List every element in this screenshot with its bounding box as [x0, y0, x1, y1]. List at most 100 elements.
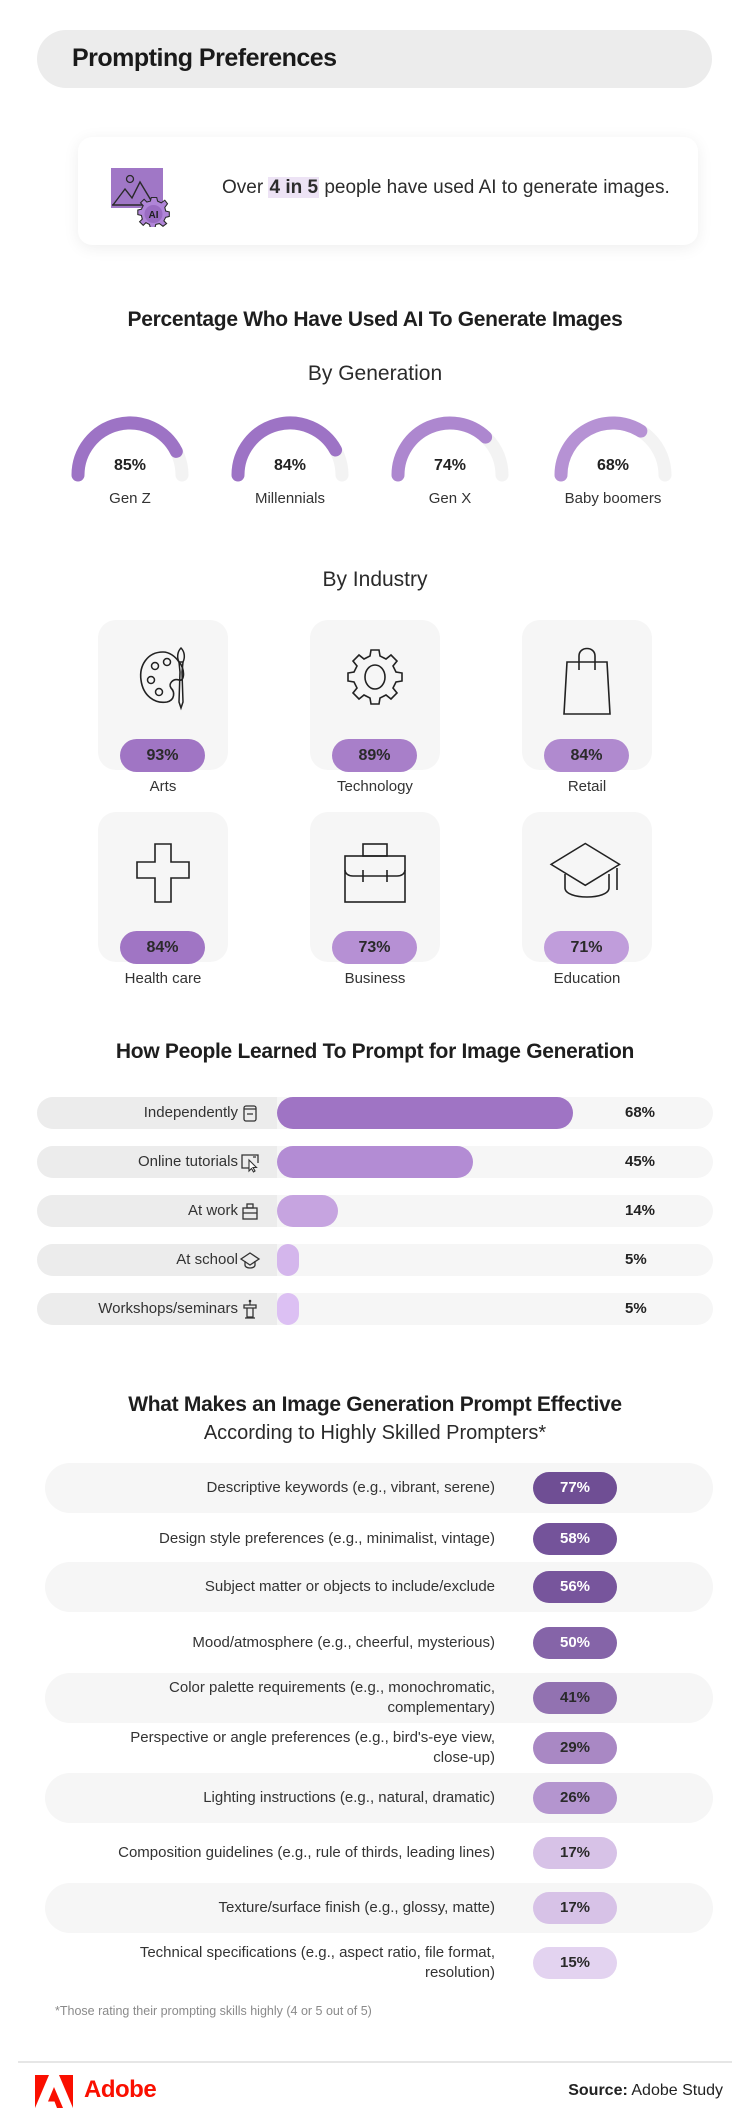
- gauge-value: 85%: [113, 457, 147, 474]
- stat-suffix: people have used AI to generate images.: [324, 177, 670, 198]
- industry-card: 73% Business: [310, 812, 440, 987]
- learn-bar-row: Independently 68%: [37, 1097, 713, 1129]
- industry-subtitle: By Industry: [322, 568, 428, 591]
- industry-label: Business: [344, 970, 406, 987]
- industry-label: Health care: [124, 970, 202, 987]
- learn-bar-label: Online tutorials: [137, 1153, 238, 1170]
- generation-subtitle: By Generation: [307, 362, 443, 385]
- effective-value-pill: 29%: [533, 1732, 617, 1764]
- effective-factor-label: Mood/atmosphere (e.g., cheerful, mysteri…: [192, 1634, 495, 1651]
- graduation-cap-icon: [239, 1252, 261, 1269]
- gauge: 84% Millennials: [220, 405, 360, 515]
- source-credit: Source: Adobe Study: [568, 2082, 723, 2100]
- effective-value-pill: 77%: [533, 1472, 617, 1504]
- industry-value-pill: 71%: [544, 931, 629, 964]
- industry-card: 71% Education: [522, 812, 652, 987]
- podium-icon: [243, 1299, 257, 1319]
- effective-section-title: What Makes an Image Generation Prompt Ef…: [128, 1393, 622, 1416]
- industry-card: 93% Arts: [98, 620, 228, 795]
- effective-value-pill: 17%: [533, 1892, 617, 1924]
- industry-label: Retail: [567, 778, 607, 795]
- learn-bar: [277, 1293, 299, 1325]
- industry-label: Technology: [337, 778, 413, 795]
- learn-bar-label: Workshops/seminars: [98, 1300, 238, 1317]
- effective-value-pill: 17%: [533, 1837, 617, 1869]
- learn-bar-value: 5%: [625, 1251, 647, 1268]
- stat-prefix: Over: [222, 177, 264, 198]
- adobe-logo-icon: [35, 2075, 73, 2108]
- source-value: Adobe Study: [631, 2082, 723, 2099]
- effective-row: Perspective or angle preferences (e.g., …: [45, 1723, 713, 1773]
- generation-section-title: Percentage Who Have Used AI To Generate …: [127, 308, 623, 331]
- industry-value-pill: 73%: [332, 931, 417, 964]
- gauge-value: 74%: [433, 457, 467, 474]
- effective-row: Technical specifications (e.g., aspect r…: [45, 1938, 713, 1988]
- learn-bar-label: At school: [176, 1251, 238, 1268]
- palette-icon: [139, 646, 186, 711]
- page-title: Prompting Preferences: [72, 44, 337, 72]
- learn-bar-value: 5%: [625, 1300, 647, 1317]
- learn-bar-row: At work 14%: [37, 1195, 713, 1227]
- header-banner: Prompting Preferences: [37, 30, 712, 88]
- effective-row: Descriptive keywords (e.g., vibrant, ser…: [45, 1463, 713, 1513]
- briefcase-icon: [242, 1203, 258, 1220]
- industry-card: 84% Health care: [98, 812, 228, 987]
- effective-row: Texture/surface finish (e.g., glossy, ma…: [45, 1883, 713, 1933]
- effective-row: Subject matter or objects to include/exc…: [45, 1562, 713, 1612]
- learn-bar: [277, 1097, 574, 1129]
- gauge: 85% Gen Z: [60, 405, 200, 515]
- effective-factor-label: Texture/surface finish (e.g., glossy, ma…: [218, 1899, 496, 1916]
- learn-bar-row: At school 5%: [37, 1244, 713, 1276]
- gear-icon: [347, 649, 403, 705]
- effective-factor-label: Subject matter or objects to include/exc…: [204, 1578, 495, 1595]
- effective-factor-label: Design style preferences (e.g., minimali…: [159, 1530, 495, 1547]
- gauge: 68% Baby boomers: [543, 405, 683, 515]
- industry-value-pill: 84%: [120, 931, 205, 964]
- gauge: 74% Gen X: [380, 405, 520, 515]
- effective-factor-label: Perspective or angle preferences (e.g., …: [130, 1729, 495, 1766]
- effective-row: Color palette requirements (e.g., monoch…: [45, 1673, 713, 1723]
- gauge-label: Baby boomers: [564, 490, 662, 507]
- effective-row: Lighting instructions (e.g., natural, dr…: [45, 1773, 713, 1823]
- medical-cross-icon: [136, 843, 190, 903]
- ai-badge-text: AI: [149, 210, 159, 221]
- footer-divider: [18, 2061, 732, 2063]
- graduation-cap-icon: [549, 842, 621, 898]
- learn-bar-label: At work: [187, 1202, 238, 1219]
- briefcase-icon: [344, 843, 406, 903]
- effective-row: Mood/atmosphere (e.g., cheerful, mysteri…: [45, 1618, 713, 1668]
- ai-image-gear-icon: AI: [111, 168, 170, 227]
- effective-row: Composition guidelines (e.g., rule of th…: [45, 1828, 713, 1878]
- gauge-label: Gen X: [428, 490, 472, 507]
- effective-row: Design style preferences (e.g., minimali…: [45, 1514, 713, 1564]
- gauge-label: Millennials: [254, 490, 326, 507]
- industry-card: 89% Technology: [310, 620, 440, 795]
- effective-value-pill: 26%: [533, 1782, 617, 1814]
- learn-bar-row: Workshops/seminars 5%: [37, 1293, 713, 1325]
- learn-bar-label: Independently: [143, 1104, 238, 1121]
- stat-text: Over 4 in 5 people have used AI to gener…: [222, 177, 670, 199]
- gauge-value: 68%: [596, 457, 630, 474]
- industry-value-pill: 84%: [544, 739, 629, 772]
- industry-value-pill: 89%: [332, 739, 417, 772]
- industry-value-pill: 93%: [120, 739, 205, 772]
- book-icon: [243, 1105, 257, 1122]
- effective-factor-label: Lighting instructions (e.g., natural, dr…: [203, 1789, 495, 1806]
- learn-bar-value: 68%: [625, 1104, 656, 1121]
- gauge-value: 84%: [273, 457, 307, 474]
- source-label: Source:: [568, 2082, 628, 2099]
- effective-factor-label: Color palette requirements (e.g., monoch…: [169, 1679, 495, 1716]
- effective-factor-label: Technical specifications (e.g., aspect r…: [139, 1944, 495, 1981]
- effective-value-pill: 15%: [533, 1947, 617, 1979]
- learn-bar: [277, 1146, 474, 1178]
- gauge-label: Gen Z: [109, 490, 151, 507]
- learn-bar-value: 45%: [625, 1153, 656, 1170]
- effective-factor-label: Descriptive keywords (e.g., vibrant, ser…: [206, 1479, 495, 1496]
- footnote: *Those rating their prompting skills hig…: [55, 2004, 372, 2018]
- shopping-bag-icon: [563, 647, 611, 715]
- learn-bar: [277, 1244, 299, 1276]
- effective-factor-label: Composition guidelines (e.g., rule of th…: [118, 1844, 495, 1861]
- effective-value-pill: 58%: [533, 1523, 617, 1555]
- learn-bar-value: 14%: [625, 1202, 656, 1219]
- learn-section-title: How People Learned To Prompt for Image G…: [115, 1040, 635, 1063]
